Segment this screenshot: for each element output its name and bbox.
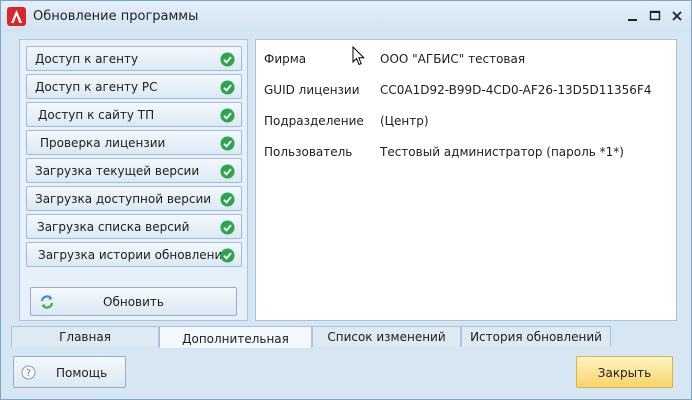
close-button-label: Закрыть [597, 366, 652, 380]
info-row-department: Подразделение (Центр) [264, 114, 674, 130]
tab-strip: Главная Дополнительная Список изменений … [11, 326, 611, 349]
close-icon[interactable] [669, 8, 685, 24]
check-item-support-site-access[interactable]: Доступ к сайту ТП [26, 102, 242, 127]
license-info-panel: Фирма ООО "АГБИС" тестовая GUID лицензии… [255, 39, 677, 321]
check-item-label: Загрузка списка версий [37, 220, 190, 234]
info-row-user: Пользователь Тестовый администратор (пар… [264, 145, 674, 161]
check-ok-icon [220, 52, 235, 67]
check-ok-icon [220, 220, 235, 235]
info-value: (Центр) [380, 114, 429, 128]
app-logo-icon [7, 7, 26, 26]
minimize-icon[interactable] [625, 8, 641, 24]
check-item-label: Загрузка доступной версии [35, 192, 212, 206]
check-item-current-version[interactable]: Загрузка текущей версии [26, 158, 242, 183]
info-value: Тестовый администратор (пароль *1*) [380, 145, 624, 159]
check-ok-icon [220, 192, 235, 207]
footer-bar: ? Помощь Закрыть [1, 348, 691, 399]
check-item-label: Доступ к агенту РС [35, 80, 158, 94]
window-title: Обновление программы [33, 9, 199, 24]
close-button[interactable]: Закрыть [576, 356, 673, 388]
check-item-label: Проверка лицензии [40, 136, 166, 150]
tab-update-history[interactable]: История обновлений [461, 326, 611, 347]
info-value: CC0A1D92-B99D-4CD0-AF26-13D5D11356F4 [380, 83, 652, 97]
check-ok-icon [220, 248, 235, 263]
check-item-label: Доступ к сайту ТП [38, 108, 155, 122]
check-item-agent-rs-access[interactable]: Доступ к агенту РС [26, 74, 242, 99]
checks-panel: Доступ к агенту Доступ к агенту РС Досту… [19, 39, 248, 321]
help-icon: ? [21, 365, 36, 380]
refresh-button-label: Обновить [103, 295, 164, 309]
tab-label: Дополнительная [182, 332, 289, 346]
info-key: Подразделение [264, 114, 364, 128]
update-window: Обновление программы Доступ к агенту Дос… [0, 0, 692, 400]
check-ok-icon [220, 80, 235, 95]
refresh-button[interactable]: Обновить [30, 287, 237, 316]
tab-label: Главная [59, 330, 111, 344]
check-item-available-version[interactable]: Загрузка доступной версии [26, 186, 242, 211]
tab-label: История обновлений [470, 330, 602, 344]
info-value: ООО "АГБИС" тестовая [380, 52, 526, 66]
check-item-label: Доступ к агенту [35, 52, 139, 66]
check-ok-icon [220, 164, 235, 179]
check-item-label: Загрузка текущей версии [35, 164, 200, 178]
check-item-label: Загрузка истории обновлений [38, 248, 231, 262]
info-row-company: Фирма ООО "АГБИС" тестовая [264, 52, 674, 68]
info-key: Пользователь [264, 145, 353, 159]
svg-text:?: ? [26, 368, 31, 379]
title-bar[interactable]: Обновление программы [1, 1, 691, 32]
check-item-update-history[interactable]: Загрузка истории обновлений [26, 242, 242, 267]
check-item-license-check[interactable]: Проверка лицензии [26, 130, 242, 155]
check-item-version-list[interactable]: Загрузка списка версий [26, 214, 242, 239]
check-item-agent-access[interactable]: Доступ к агенту [26, 46, 242, 71]
tab-main[interactable]: Главная [11, 326, 159, 347]
check-ok-icon [220, 136, 235, 151]
tab-label: Список изменений [327, 330, 446, 344]
help-button-label: Помощь [56, 366, 108, 380]
info-row-license-guid: GUID лицензии CC0A1D92-B99D-4CD0-AF26-13… [264, 83, 674, 99]
help-button[interactable]: ? Помощь [13, 356, 126, 388]
check-ok-icon [220, 108, 235, 123]
info-key: GUID лицензии [264, 83, 360, 97]
tab-additional[interactable]: Дополнительная [159, 326, 312, 349]
maximize-icon[interactable] [647, 8, 663, 24]
tab-changelog[interactable]: Список изменений [312, 326, 461, 347]
info-key: Фирма [264, 52, 307, 66]
mouse-cursor-icon [352, 46, 366, 66]
